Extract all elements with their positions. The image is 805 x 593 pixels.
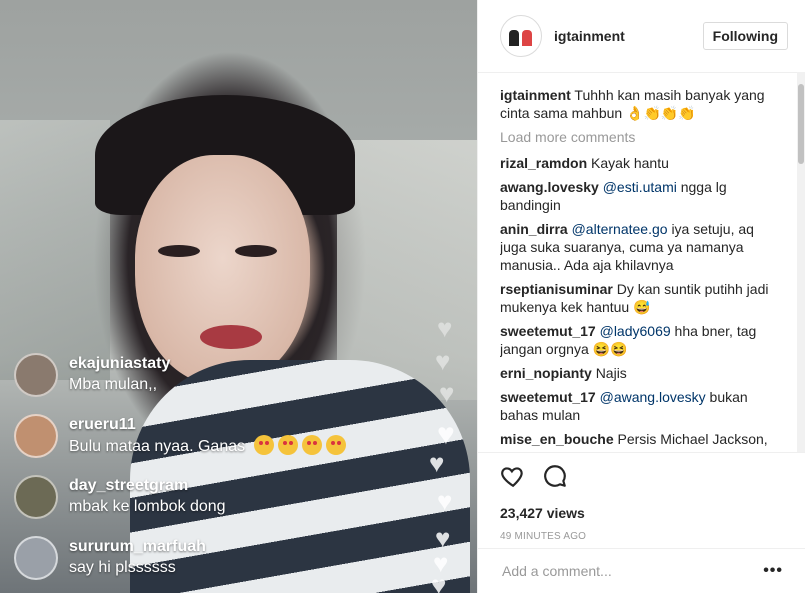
live-video[interactable]: ♥ ♥ ♥ ♥ ♥ ♥ ♥ ♥ ♥ ekajuniastaty Mba mula… bbox=[0, 0, 477, 593]
comment-username[interactable]: sweetemut_17 bbox=[500, 389, 596, 405]
post-actions: 23,427 views 49 MINUTES AGO bbox=[478, 452, 805, 542]
heart-icon: ♥ bbox=[435, 346, 451, 376]
video-person-eye bbox=[235, 245, 277, 257]
live-comment-text: say hi plssssss bbox=[69, 559, 176, 576]
heart-eyes-emoji-icon bbox=[253, 434, 274, 455]
comment-username[interactable]: awang.lovesky bbox=[500, 179, 599, 195]
heart-icon: ♥ bbox=[437, 486, 453, 516]
live-comment-username[interactable]: sururum_marfuah bbox=[69, 537, 206, 557]
following-button[interactable]: Following bbox=[702, 22, 788, 50]
comments-list: igtainment Tuhhh kan masih banyak yang c… bbox=[500, 86, 780, 452]
view-count: 23,427 views bbox=[500, 505, 585, 521]
floating-hearts: ♥ ♥ ♥ ♥ ♥ ♥ ♥ ♥ ♥ bbox=[425, 300, 477, 593]
live-comment-text: mbak ke lombok dong bbox=[69, 498, 226, 515]
comment-username[interactable]: erni_nopianty bbox=[500, 365, 592, 381]
live-comment-username[interactable]: erueru11 bbox=[69, 415, 350, 435]
video-person-eye bbox=[158, 245, 200, 257]
heart-icon: ♥ bbox=[437, 418, 455, 451]
caption: igtainment Tuhhh kan masih banyak yang c… bbox=[500, 86, 780, 122]
comment-text: Kayak hantu bbox=[591, 155, 669, 171]
heart-icon: ♥ bbox=[429, 448, 445, 478]
comment-username[interactable]: anin_dirra bbox=[500, 221, 568, 237]
heart-eyes-emoji-icon bbox=[277, 434, 298, 455]
avatar[interactable] bbox=[14, 536, 58, 580]
heart-icon: ♥ bbox=[437, 313, 453, 343]
comment-username[interactable]: mise_en_bouche bbox=[500, 431, 614, 447]
live-comment-text: Bulu mataa nyaa. Ganas bbox=[69, 437, 246, 455]
live-comment: erueru11 Bulu mataa nyaa. Ganas bbox=[14, 412, 350, 460]
comment-mention[interactable]: @awang.lovesky bbox=[600, 389, 706, 405]
add-comment-bar: ••• bbox=[478, 548, 805, 593]
heart-outline-icon[interactable] bbox=[500, 463, 526, 489]
video-background-window bbox=[0, 120, 110, 380]
list-item: rizal_ramdon Kayak hantu bbox=[500, 154, 780, 172]
scrollbar-thumb[interactable] bbox=[798, 84, 804, 164]
comments-scrollbar[interactable] bbox=[797, 72, 805, 452]
comment-mention[interactable]: @esti.utami bbox=[603, 179, 677, 195]
speech-bubble-icon[interactable] bbox=[542, 463, 568, 489]
list-item: anin_dirra @alternatee.go iya setuju, aq… bbox=[500, 220, 780, 274]
list-item: rseptianisuminar Dy kan suntik putihh ja… bbox=[500, 280, 780, 316]
load-more-comments-link[interactable]: Load more comments bbox=[500, 128, 780, 146]
avatar[interactable] bbox=[14, 414, 58, 458]
live-comment-username[interactable]: day_streetgram bbox=[69, 476, 226, 496]
list-item: erni_nopianty Najis bbox=[500, 364, 780, 382]
list-item: sweetemut_17 @lady6069 hha bner, tag jan… bbox=[500, 322, 780, 358]
comment-mention[interactable]: @lady6069 bbox=[600, 323, 671, 339]
live-comment: ekajuniastaty Mba mulan,, bbox=[14, 351, 170, 399]
live-comment-username[interactable]: ekajuniastaty bbox=[69, 354, 170, 374]
comment-username[interactable]: sweetemut_17 bbox=[500, 323, 596, 339]
kiss-emoji-icon bbox=[301, 434, 322, 455]
header-username[interactable]: igtainment bbox=[554, 28, 625, 44]
avatar[interactable] bbox=[500, 15, 542, 57]
more-options-icon[interactable]: ••• bbox=[763, 562, 783, 580]
post-viewer: ♥ ♥ ♥ ♥ ♥ ♥ ♥ ♥ ♥ ekajuniastaty Mba mula… bbox=[0, 0, 805, 593]
post-side-panel: igtainment Following igtainment Tuhhh ka… bbox=[477, 0, 805, 593]
list-item: awang.lovesky @esti.utami ngga lg bandin… bbox=[500, 178, 780, 214]
comment-text: Persis Michael Jackson, bbox=[617, 431, 768, 447]
video-person-lips bbox=[200, 325, 262, 349]
heart-icon: ♥ bbox=[431, 570, 447, 593]
list-item: sweetemut_17 @awang.lovesky bukan bahas … bbox=[500, 388, 780, 424]
avatar[interactable] bbox=[14, 353, 58, 397]
live-comment: day_streetgram mbak ke lombok dong bbox=[14, 473, 226, 521]
list-item: mise_en_bouche Persis Michael Jackson, bbox=[500, 430, 780, 448]
comment-username[interactable]: rseptianisuminar bbox=[500, 281, 613, 297]
heart-icon: ♥ bbox=[439, 378, 455, 408]
comment-username[interactable]: igtainment bbox=[500, 87, 571, 103]
comment-mention[interactable]: @alternatee.go bbox=[572, 221, 668, 237]
live-comment: sururum_marfuah say hi plssssss bbox=[14, 534, 206, 582]
avatar[interactable] bbox=[14, 475, 58, 519]
comment-username[interactable]: rizal_ramdon bbox=[500, 155, 587, 171]
comment-input[interactable] bbox=[500, 562, 764, 580]
timestamp[interactable]: 49 MINUTES AGO bbox=[500, 531, 783, 542]
post-header: igtainment Following bbox=[478, 0, 805, 73]
kiss-emoji-icon bbox=[325, 434, 346, 455]
live-comment-text: Mba mulan,, bbox=[69, 376, 158, 393]
comment-text: Najis bbox=[595, 365, 627, 381]
